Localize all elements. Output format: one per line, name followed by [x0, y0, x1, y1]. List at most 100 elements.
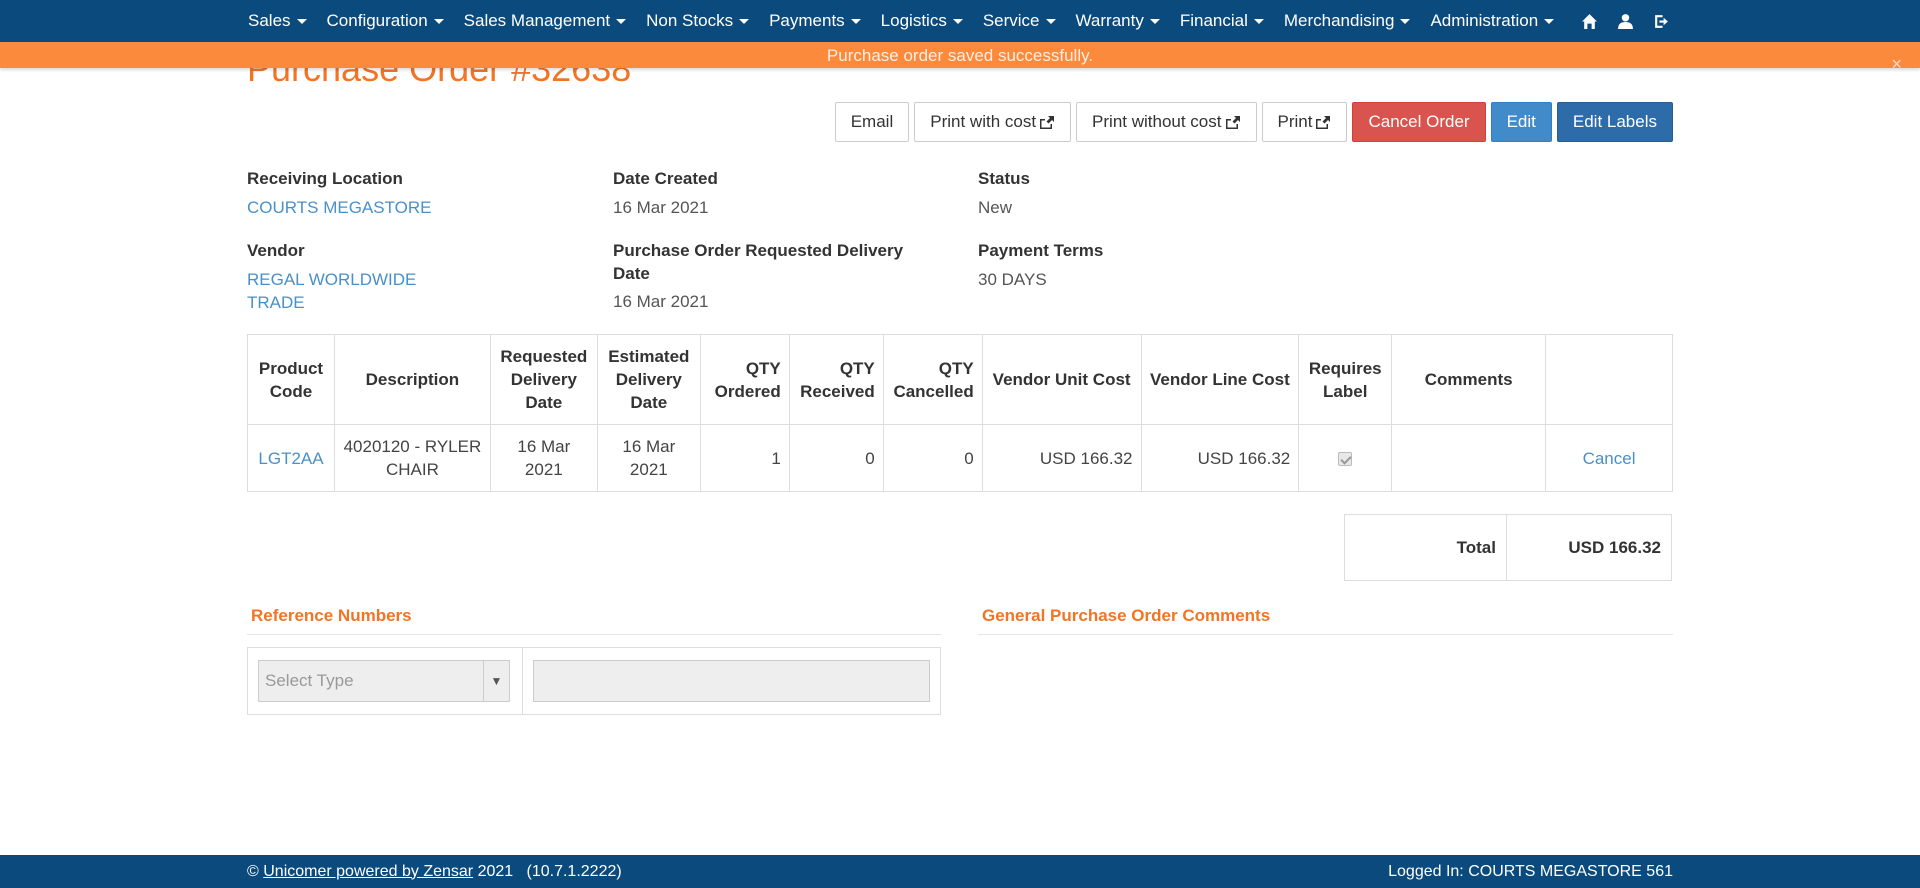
vendor-name-line1: REGAL WORLDWIDE — [247, 270, 417, 289]
print-without-cost-button[interactable]: Print without cost — [1076, 102, 1257, 142]
print-without-cost-label: Print without cost — [1092, 112, 1222, 131]
totals-table: Total USD 166.32 — [1344, 514, 1672, 581]
requested-delivery-value: 16 Mar 2021 — [613, 292, 709, 311]
header-comments[interactable]: Comments — [1391, 334, 1547, 425]
header-text: QTY — [839, 358, 875, 378]
email-label: Email — [850, 112, 894, 131]
vendor-field: Vendor REGAL WORLDWIDE TRADE — [247, 239, 416, 314]
cell-vendor-line-cost: USD 166.32 — [1140, 424, 1300, 492]
footer-version: 2021 (10.7.1.2222) — [477, 862, 622, 880]
vendor-label: Vendor — [247, 241, 305, 260]
edit-labels-button[interactable]: Edit Labels — [1556, 102, 1673, 142]
caret-down-icon — [1253, 18, 1264, 24]
description-line: 4020120 - RYLER — [343, 437, 482, 456]
reference-numbers-row: Select Type ▼ — [247, 647, 941, 715]
cancel-line-link[interactable]: Cancel — [1583, 449, 1636, 468]
nav-configuration[interactable]: Configuration — [327, 11, 444, 31]
copyright-symbol: © — [247, 862, 259, 880]
nav-logistics[interactable]: Logistics — [881, 11, 963, 31]
receiving-location-field: Receiving Location COURTS MEGASTORE — [247, 167, 432, 219]
vendor-link[interactable]: REGAL WORLDWIDE TRADE — [247, 268, 416, 314]
nav-financial[interactable]: Financial — [1180, 11, 1264, 31]
cell-product-code: LGT2AA — [247, 424, 335, 492]
header-text: Comments — [1424, 370, 1513, 389]
requested-delivery-field: Purchase Order Requested Delivery Date 1… — [613, 239, 903, 313]
cancel-order-label: Cancel Order — [1368, 112, 1470, 131]
reference-type-select[interactable]: Select Type ▼ — [258, 660, 510, 702]
home-icon[interactable] — [1580, 12, 1598, 30]
edit-button[interactable]: Edit — [1490, 102, 1552, 142]
payment-terms-label: Payment Terms — [978, 241, 1104, 260]
reference-number-input[interactable] — [533, 660, 930, 702]
header-vendor-unit-cost[interactable]: Vendor Unit Cost — [981, 334, 1142, 425]
print-label: Print — [1277, 112, 1313, 131]
nav-label: Merchandising — [1283, 11, 1395, 30]
header-text: Label — [1323, 381, 1368, 401]
external-link-icon — [1040, 116, 1055, 129]
nav-label: Sales — [248, 11, 291, 30]
close-icon[interactable]: × — [1891, 42, 1902, 68]
nav-non-stocks[interactable]: Non Stocks — [646, 11, 750, 31]
nav-merchandising[interactable]: Merchandising — [1284, 11, 1411, 31]
caret-down-icon — [952, 18, 963, 24]
nav-payments[interactable]: Payments — [769, 11, 861, 31]
print-button[interactable]: Print — [1261, 102, 1348, 142]
general-comments-heading: General Purchase Order Comments — [978, 606, 1673, 635]
header-text: Cancelled — [893, 381, 974, 401]
company-link[interactable]: Unicomer powered by Zensar — [263, 863, 473, 880]
product-code-link[interactable]: LGT2AA — [258, 449, 323, 468]
edit-label: Edit — [1506, 112, 1536, 131]
header-requires-label[interactable]: Requires Label — [1298, 334, 1393, 425]
nav-sales-management[interactable]: Sales Management — [464, 11, 627, 31]
logout-icon[interactable] — [1652, 12, 1670, 30]
user-icon[interactable] — [1616, 12, 1634, 30]
description-line: CHAIR — [385, 460, 439, 479]
header-text: Description — [365, 370, 460, 389]
header-text: QTY — [745, 358, 781, 378]
header-qty-cancelled[interactable]: QTY Cancelled — [882, 334, 983, 425]
caret-down-icon — [1400, 18, 1411, 24]
requested-delivery-label-line2: Date — [613, 264, 650, 283]
logged-in-info: Logged In: COURTS MEGASTORE 561 — [1388, 862, 1673, 880]
date-created-value: 16 Mar 2021 — [613, 198, 709, 217]
cancel-order-button[interactable]: Cancel Order — [1352, 102, 1486, 142]
nav-label: Payments — [769, 11, 845, 30]
caret-down-icon — [1544, 18, 1555, 24]
payment-terms-value: 30 DAYS — [978, 270, 1047, 289]
action-toolbar: Email Print with cost Print without cost… — [834, 102, 1673, 142]
status-field: Status New — [978, 167, 1030, 219]
footer-left: © Unicomer powered by Zensar 2021 (10.7.… — [247, 863, 622, 881]
receiving-location-link[interactable]: COURTS MEGASTORE — [247, 196, 432, 219]
header-requested-delivery[interactable]: Requested Delivery Date — [489, 334, 598, 425]
vendor-name-line2: TRADE — [247, 293, 305, 312]
caret-down-icon — [296, 18, 307, 24]
header-product-code[interactable]: Product Code — [247, 334, 335, 425]
cell-actions: Cancel — [1545, 424, 1673, 492]
dropdown-arrow-icon: ▼ — [483, 661, 509, 701]
edit-labels-label: Edit Labels — [1572, 112, 1657, 131]
nav-label: Logistics — [880, 11, 947, 30]
nav-administration[interactable]: Administration — [1430, 11, 1555, 31]
status-label: Status — [978, 169, 1030, 188]
header-text: Delivery — [510, 370, 577, 389]
header-actions — [1545, 334, 1673, 425]
select-placeholder: Select Type — [265, 671, 354, 690]
header-qty-ordered[interactable]: QTY Ordered — [699, 334, 790, 425]
date-line: 16 Mar — [622, 437, 676, 456]
header-qty-received[interactable]: QTY Received — [788, 334, 884, 425]
header-estimated-delivery[interactable]: Estimated Delivery Date — [596, 334, 701, 425]
nav-warranty[interactable]: Warranty — [1076, 11, 1160, 31]
caret-down-icon — [739, 18, 750, 24]
nav-sales[interactable]: Sales — [248, 11, 307, 31]
cell-qty-ordered: 1 — [699, 424, 790, 492]
header-vendor-line-cost[interactable]: Vendor Line Cost — [1140, 334, 1300, 425]
date-line: 16 Mar — [517, 437, 571, 456]
print-with-cost-button[interactable]: Print with cost — [914, 102, 1072, 142]
email-button[interactable]: Email — [834, 102, 910, 142]
cell-description: 4020120 - RYLER CHAIR — [333, 424, 491, 492]
requested-delivery-label: Purchase Order Requested Delivery Date — [613, 239, 903, 285]
cell-requested-delivery: 16 Mar 2021 — [489, 424, 598, 492]
header-description[interactable]: Description — [333, 334, 491, 425]
nav-service[interactable]: Service — [983, 11, 1056, 31]
total-row: Total USD 166.32 — [1344, 514, 1672, 581]
